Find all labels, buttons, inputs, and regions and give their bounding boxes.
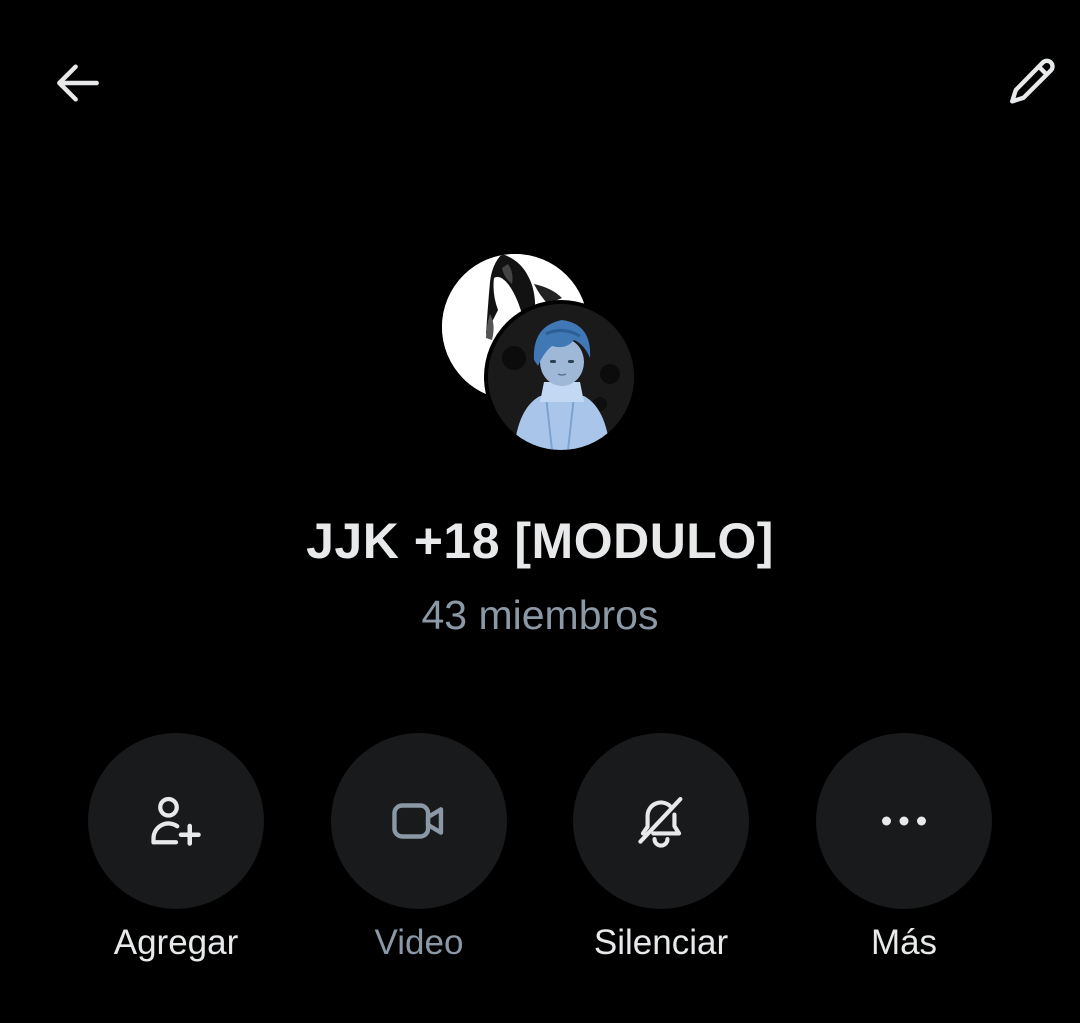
edit-button[interactable] xyxy=(992,43,1072,123)
group-name: JJK +18 [MODULO] xyxy=(306,513,774,569)
group-avatar[interactable] xyxy=(440,254,640,454)
arrow-left-icon xyxy=(57,64,99,102)
pencil-icon xyxy=(1010,58,1055,104)
video-action: Video xyxy=(299,733,539,965)
add-member-action: Agregar xyxy=(56,733,296,965)
video-camera-icon xyxy=(392,803,444,839)
video-button[interactable] xyxy=(331,733,507,909)
add-member-label: Agregar xyxy=(113,923,239,962)
back-button[interactable] xyxy=(38,43,118,123)
mute-button[interactable] xyxy=(573,733,749,909)
person-add-icon xyxy=(151,796,201,846)
more-button[interactable] xyxy=(816,733,992,909)
member-avatar-front xyxy=(484,300,638,454)
bell-off-icon xyxy=(638,796,683,848)
more-action: Más xyxy=(784,733,1024,965)
video-label: Video xyxy=(374,923,464,962)
member-count[interactable]: 43 miembros xyxy=(0,592,1080,639)
more-horizontal-icon xyxy=(882,816,926,826)
action-bar: Agregar Video Silenciar Más xyxy=(0,733,1080,973)
more-label: Más xyxy=(870,923,938,962)
mute-label: Silenciar xyxy=(593,923,729,962)
add-member-button[interactable] xyxy=(88,733,264,909)
mute-action: Silenciar xyxy=(541,733,781,965)
